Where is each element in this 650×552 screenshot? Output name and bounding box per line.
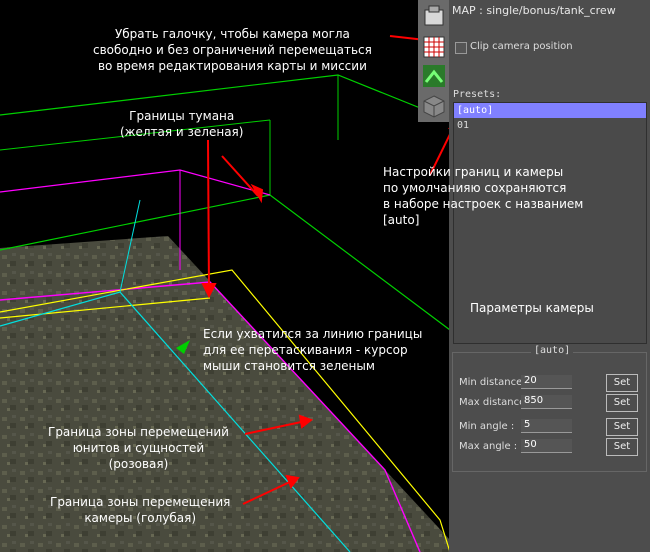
camera-params-group: [auto] Min distance : 20 Set Max distanc… [452, 345, 647, 472]
clip-camera-label: Clip camera position [470, 41, 573, 52]
min-angle-label: Min angle : [459, 421, 515, 432]
cube-icon[interactable] [420, 92, 448, 120]
annotation-line: свободно и без ограничений перемещаться [93, 43, 372, 57]
annotation-cursor-note: Если ухватился за линию границы для ее п… [203, 326, 422, 374]
preset-item-auto[interactable]: [auto] [454, 103, 646, 118]
max-angle-input[interactable]: 50 [521, 439, 572, 453]
annotation-line: Граница зоны перемещения [50, 495, 231, 509]
min-angle-set-button[interactable]: Set [606, 418, 638, 436]
annotation-line: Граница зоны перемещений [48, 425, 229, 439]
annotation-line: во время редактирования карты и миссии [97, 59, 367, 73]
annotation-line: юнитов и сущностей [72, 441, 205, 455]
annotation-line: Настройки границ и камеры [383, 165, 564, 179]
min-distance-input[interactable]: 20 [521, 375, 572, 389]
annotation-line: в наборе настроек с названием [383, 197, 584, 211]
min-angle-input[interactable]: 5 [521, 419, 572, 433]
annotation-line: для ее перетаскивания - курсор [203, 343, 408, 357]
annotation-line: [auto] [383, 213, 420, 227]
annotation-line: (желтая и зеленая) [120, 125, 244, 139]
preset-item-01[interactable]: 01 [454, 118, 646, 133]
clip-camera-checkbox[interactable] [455, 42, 467, 54]
annotation-line: Если ухватился за линию границы [203, 327, 423, 341]
map-title: MAP : single/bonus/tank_crew [452, 4, 616, 17]
annotation-line: (розовая) [108, 457, 169, 471]
annotation-line: Убрать галочку, чтобы камера могла [114, 27, 350, 41]
grid-icon[interactable] [420, 33, 448, 61]
camera-group-title: [auto] [531, 345, 574, 356]
camera-icon[interactable] [420, 3, 448, 31]
annotation-line: мыши становится зеленым [203, 359, 375, 373]
annotation-camera-border: Граница зоны перемещения камеры (голубая… [50, 494, 230, 526]
annotation-line: камеры (голубая) [84, 511, 197, 525]
annotation-uncheck-clip: Убрать галочку, чтобы камера могла свобо… [93, 26, 372, 74]
min-distance-label: Min distance : [459, 377, 529, 388]
presets-label: Presets: [453, 89, 502, 100]
min-distance-set-button[interactable]: Set [606, 374, 638, 392]
annotation-units-border: Граница зоны перемещений юнитов и сущнос… [48, 424, 229, 472]
editor-toolbar [418, 0, 450, 122]
annotation-presets-note: Настройки границ и камеры по умолчанияю … [383, 164, 583, 228]
max-angle-set-button[interactable]: Set [606, 438, 638, 456]
max-distance-set-button[interactable]: Set [606, 394, 638, 412]
annotation-line: по умолчанияю сохраняются [383, 181, 567, 195]
annotation-fog-borders: Границы тумана (желтая и зеленая) [120, 108, 243, 140]
terrain-icon[interactable] [420, 62, 448, 90]
max-angle-label: Max angle : [459, 441, 518, 452]
max-distance-input[interactable]: 850 [521, 395, 572, 409]
annotation-line: Границы тумана [129, 109, 235, 123]
annotation-camera-params: Параметры камеры [470, 301, 594, 315]
